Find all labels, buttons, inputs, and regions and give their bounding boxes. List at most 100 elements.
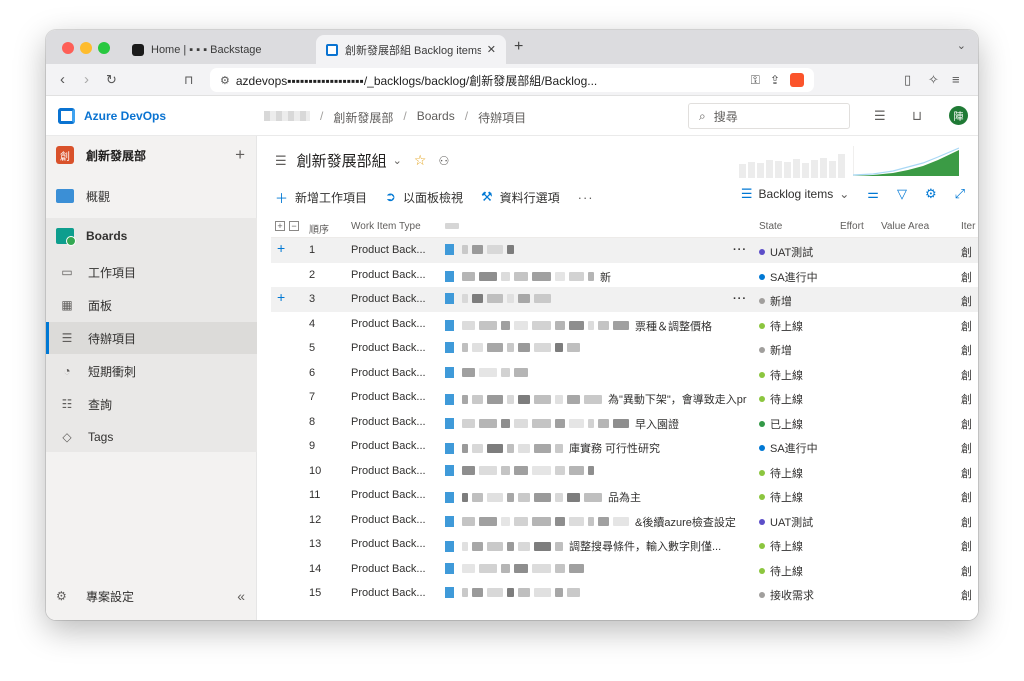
column-header-type[interactable]: Work Item Type bbox=[351, 221, 421, 232]
backlog-level-selector[interactable]: ☰ Backlog items ⌄ bbox=[741, 186, 849, 202]
row-state[interactable]: SA進行中 bbox=[759, 440, 818, 456]
sidebar-item-boards[interactable]: Boards bbox=[46, 220, 257, 252]
address-bar[interactable]: ⚙ azdevops▪▪▪▪▪▪▪▪▪▪▪▪▪▪▪▪▪▪/_backlogs/b… bbox=[210, 68, 814, 92]
avatar[interactable]: 陣 bbox=[949, 106, 968, 125]
breadcrumb-boards[interactable]: Boards bbox=[417, 109, 455, 126]
breadcrumb-project[interactable]: 創新發展部 bbox=[333, 109, 393, 126]
extensions-icon[interactable]: ✧ bbox=[928, 72, 939, 88]
row-title-link[interactable] bbox=[445, 366, 747, 378]
collapse-sidebar-icon[interactable]: « bbox=[237, 588, 245, 604]
row-title-link[interactable]: 庫實務 可行性研究 bbox=[445, 440, 747, 456]
more-actions-button[interactable]: ··· bbox=[578, 190, 594, 205]
zoom-window-button[interactable] bbox=[98, 42, 110, 54]
table-row[interactable]: 10 Product Back... 待上線 創 bbox=[271, 459, 978, 484]
row-state[interactable]: 新增 bbox=[759, 293, 792, 309]
sidebar-item-tags[interactable]: ◇ Tags bbox=[46, 421, 257, 453]
forward-arrow-icon[interactable]: › bbox=[84, 71, 89, 88]
azure-devops-logo-icon[interactable] bbox=[58, 108, 75, 124]
sidebar-item-sprints[interactable]: ◔ 短期衝刺 bbox=[46, 355, 257, 387]
table-row[interactable]: 2 Product Back... 新 SA進行中 創 bbox=[271, 263, 978, 288]
back-arrow-icon[interactable]: ‹ bbox=[60, 71, 65, 88]
tab-list-chevron-icon[interactable]: ⌄ bbox=[957, 39, 966, 52]
share-icon[interactable]: ⇪ bbox=[770, 73, 780, 87]
row-state[interactable]: 已上線 bbox=[759, 416, 803, 432]
column-header-title[interactable] bbox=[445, 221, 463, 232]
row-title-link[interactable] bbox=[445, 464, 747, 476]
column-header-value-area[interactable]: Value Area bbox=[881, 221, 929, 232]
row-title-link[interactable]: 調整搜尋條件，輸入數字則僅... bbox=[445, 538, 747, 554]
close-window-button[interactable] bbox=[62, 42, 74, 54]
sidebar-toggle-icon[interactable]: ▯ bbox=[904, 72, 911, 88]
project-header[interactable]: 創 創新發展部 + bbox=[46, 136, 257, 174]
new-work-item-button[interactable]: ＋ 新增工作項目 bbox=[275, 188, 367, 207]
new-tab-button[interactable]: + bbox=[514, 38, 523, 56]
brand-name[interactable]: Azure DevOps bbox=[84, 109, 166, 123]
sidebar-item-boards-board[interactable]: ▦ 面板 bbox=[46, 289, 257, 321]
chevron-down-icon[interactable]: ⌄ bbox=[393, 154, 402, 167]
close-tab-icon[interactable]: ✕ bbox=[487, 43, 496, 56]
breadcrumb-backlogs[interactable]: 待辦項目 bbox=[478, 109, 526, 126]
row-title-link[interactable] bbox=[445, 293, 747, 304]
row-state[interactable]: 待上線 bbox=[759, 318, 803, 334]
brave-shields-icon[interactable] bbox=[790, 73, 804, 87]
fullscreen-icon[interactable]: ⤢ bbox=[955, 186, 965, 202]
row-title-link[interactable]: &後續azure檢查設定 bbox=[445, 514, 747, 530]
table-row[interactable]: 7 Product Back... 為"異動下架"，會導致走入pr... 待上線 創 bbox=[271, 385, 978, 410]
row-state[interactable]: UAT測試 bbox=[759, 244, 813, 260]
sidebar-item-work-items[interactable]: ▭ 工作項目 bbox=[46, 256, 257, 288]
column-header-iteration[interactable]: Iter bbox=[961, 221, 975, 232]
row-title-link[interactable] bbox=[445, 562, 747, 574]
view-options-icon[interactable]: ⚌ bbox=[867, 186, 879, 202]
row-state[interactable]: 接收需求 bbox=[759, 587, 814, 603]
site-settings-icon[interactable]: ⚙ bbox=[220, 74, 230, 87]
row-title-link[interactable]: 為"異動下架"，會導致走入pr... bbox=[445, 391, 747, 407]
column-header-state[interactable]: State bbox=[759, 221, 782, 232]
sidebar-item-overview[interactable]: 概觀 bbox=[46, 180, 257, 212]
table-row[interactable]: +1 Product Back... ··· UAT測試 創 bbox=[271, 238, 978, 263]
table-row[interactable]: 14 Product Back... 待上線 創 bbox=[271, 557, 978, 582]
row-state[interactable]: 待上線 bbox=[759, 465, 803, 481]
browser-tab-backstage[interactable]: Home | ▪ ▪ ▪ Backstage bbox=[122, 35, 308, 64]
project-settings-link[interactable]: ⚙ 專案設定 « bbox=[46, 580, 257, 612]
bookmark-icon[interactable]: ⊓ bbox=[184, 73, 193, 87]
table-row[interactable]: 4 Product Back... 票種＆調整價格 待上線 創 bbox=[271, 312, 978, 337]
marketplace-bag-icon[interactable]: ⊔ bbox=[912, 108, 922, 124]
cumulative-flow-sparkline[interactable] bbox=[853, 146, 959, 176]
row-title-link[interactable] bbox=[445, 244, 747, 255]
page-title[interactable]: 創新發展部組 bbox=[297, 150, 387, 171]
table-row[interactable]: 9 Product Back... 庫實務 可行性研究 SA進行中 創 bbox=[271, 434, 978, 459]
collapse-all-icon[interactable]: − bbox=[289, 221, 299, 231]
row-title-link[interactable]: 新 bbox=[445, 269, 747, 285]
table-row[interactable]: 13 Product Back... 調整搜尋條件，輸入數字則僅... 待上線 創 bbox=[271, 532, 978, 557]
row-title-link[interactable]: 票種＆調整價格 bbox=[445, 318, 747, 334]
add-child-icon[interactable]: + bbox=[277, 289, 285, 305]
table-row[interactable]: 15 Product Back... 接收需求 創 bbox=[271, 581, 978, 606]
row-state[interactable]: SA進行中 bbox=[759, 269, 818, 285]
row-state[interactable]: 待上線 bbox=[759, 538, 803, 554]
add-child-icon[interactable]: + bbox=[277, 240, 285, 256]
table-row[interactable]: 6 Product Back... 待上線 創 bbox=[271, 361, 978, 386]
row-title-link[interactable] bbox=[445, 587, 747, 598]
minimize-window-button[interactable] bbox=[80, 42, 92, 54]
velocity-sparkline[interactable] bbox=[739, 150, 847, 178]
row-title-link[interactable]: 早入園證 bbox=[445, 416, 747, 432]
row-state[interactable]: 待上線 bbox=[759, 367, 803, 383]
row-state[interactable]: 待上線 bbox=[759, 489, 803, 505]
task-list-icon[interactable]: ☰ bbox=[874, 108, 886, 124]
browser-tab-backlog[interactable]: 創新發展部組 Backlog items ▾ ✕ bbox=[316, 35, 506, 64]
filter-icon[interactable]: ▽ bbox=[897, 186, 907, 202]
sidebar-item-queries[interactable]: ☷ 查詢 bbox=[46, 388, 257, 420]
row-state[interactable]: UAT測試 bbox=[759, 514, 813, 530]
table-row[interactable]: 12 Product Back... &後續azure檢查設定 UAT測試 創 bbox=[271, 508, 978, 533]
row-title-link[interactable]: 品為主 bbox=[445, 489, 747, 505]
table-row[interactable]: 8 Product Back... 早入園證 已上線 創 bbox=[271, 410, 978, 435]
row-more-actions-icon[interactable]: ··· bbox=[733, 293, 747, 305]
sidebar-item-backlogs[interactable]: ☰ 待辦項目 bbox=[46, 322, 257, 354]
add-icon[interactable]: + bbox=[235, 145, 245, 165]
column-header-effort[interactable]: Effort bbox=[840, 221, 864, 232]
settings-gear-icon[interactable]: ⚙ bbox=[925, 186, 937, 202]
table-row[interactable]: 5 Product Back... 新增 創 bbox=[271, 336, 978, 361]
table-row[interactable]: +3 Product Back... ··· 新增 創 bbox=[271, 287, 978, 312]
view-as-board-button[interactable]: ➲ 以面板檢視 bbox=[385, 189, 463, 206]
row-state[interactable]: 待上線 bbox=[759, 563, 803, 579]
